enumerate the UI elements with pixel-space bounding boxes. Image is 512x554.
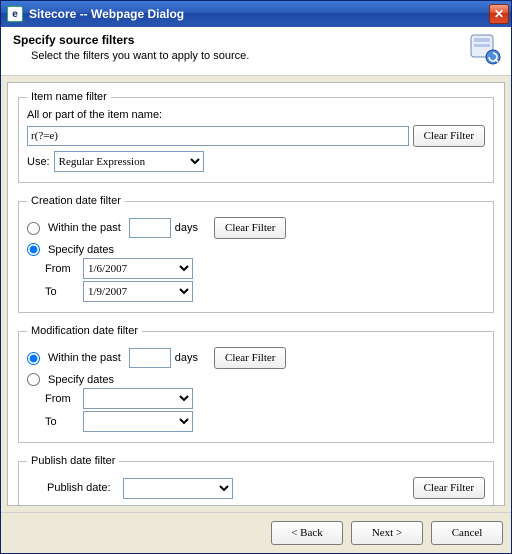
creation-legend: Creation date filter	[27, 195, 125, 207]
dialog-window: e Sitecore -- Webpage Dialog ✕ Specify s…	[0, 0, 512, 554]
mod-from-label: From	[45, 393, 79, 405]
pub-date-select[interactable]	[123, 478, 233, 499]
creation-days-label: days	[175, 222, 198, 234]
item-name-label: All or part of the item name:	[27, 109, 162, 121]
publish-date-filter: Publish date filter Publish date: Clear …	[18, 455, 494, 506]
creation-to-select[interactable]: 1/9/2007	[83, 281, 193, 302]
mod-legend: Modification date filter	[27, 325, 142, 337]
back-button[interactable]: < Back	[271, 521, 343, 545]
creation-date-filter: Creation date filter Within the past day…	[18, 195, 494, 313]
filter-panel: Item name filter All or part of the item…	[7, 82, 505, 506]
creation-specify-label: Specify dates	[48, 244, 114, 256]
mod-days-label: days	[175, 352, 198, 364]
modification-date-filter: Modification date filter Within the past…	[18, 325, 494, 443]
use-select[interactable]: Regular Expression	[54, 151, 204, 172]
mod-days-input[interactable]	[129, 348, 171, 368]
close-button[interactable]: ✕	[489, 4, 509, 24]
mod-clear-button[interactable]: Clear Filter	[214, 347, 286, 369]
pub-date-label: Publish date:	[47, 482, 111, 494]
mod-to-select[interactable]	[83, 411, 193, 432]
filter-icon	[469, 33, 501, 65]
header-title: Specify source filters	[13, 33, 461, 47]
next-button[interactable]: Next >	[351, 521, 423, 545]
workflow-label: Take workflow into account	[46, 506, 177, 507]
creation-clear-button[interactable]: Clear Filter	[214, 217, 286, 239]
window-title: Sitecore -- Webpage Dialog	[29, 7, 489, 21]
item-name-clear-button[interactable]: Clear Filter	[413, 125, 485, 147]
pub-legend: Publish date filter	[27, 455, 119, 467]
mod-specify-label: Specify dates	[48, 374, 114, 386]
mod-to-label: To	[45, 416, 79, 428]
title-bar: e Sitecore -- Webpage Dialog ✕	[1, 1, 511, 27]
creation-within-radio[interactable]	[27, 222, 40, 235]
item-name-input[interactable]	[27, 126, 409, 146]
workflow-checkbox[interactable]: ✓	[29, 505, 42, 506]
creation-to-label: To	[45, 286, 79, 298]
mod-from-select[interactable]	[83, 388, 193, 409]
creation-within-label: Within the past	[48, 222, 121, 234]
mod-specify-radio[interactable]	[27, 373, 40, 386]
item-name-filter: Item name filter All or part of the item…	[18, 91, 494, 183]
ie-icon: e	[7, 6, 23, 22]
item-name-legend: Item name filter	[27, 91, 111, 103]
mod-within-radio[interactable]	[27, 352, 40, 365]
header-subtitle: Select the filters you want to apply to …	[31, 50, 461, 62]
creation-days-input[interactable]	[129, 218, 171, 238]
creation-specify-radio[interactable]	[27, 243, 40, 256]
use-label: Use:	[27, 156, 50, 168]
creation-from-label: From	[45, 263, 79, 275]
mod-within-label: Within the past	[48, 352, 121, 364]
dialog-header: Specify source filters Select the filter…	[1, 27, 511, 76]
pub-clear-button[interactable]: Clear Filter	[413, 477, 485, 499]
dialog-buttons: < Back Next > Cancel	[1, 512, 511, 553]
cancel-button[interactable]: Cancel	[431, 521, 503, 545]
creation-from-select[interactable]: 1/6/2007	[83, 258, 193, 279]
